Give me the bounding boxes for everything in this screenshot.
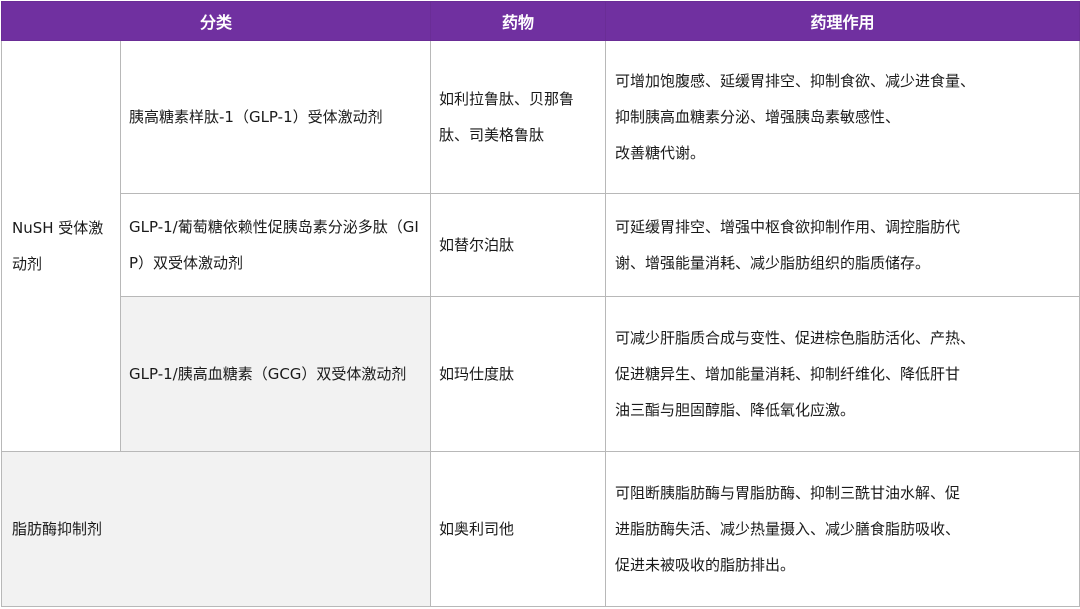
header-category: 分类 (0, 1, 432, 41)
table-header-row: 分类 药物 药理作用 (0, 1, 1080, 41)
table-row: 脂肪酶抑制剂 如奥利司他 可阻断胰脂肪酶与胃脂肪酶、抑制三酰甘油水解、促 进脂肪酶… (0, 451, 1080, 607)
subcategory-cell: GLP-1/胰高血糖素（GCG）双受体激动剂 (119, 296, 432, 453)
effect-line: 促进未被吸收的脂肪排出。 (615, 556, 796, 575)
effect-line: 谢、增强能量消耗、减少脂肪组织的脂质储存。 (615, 254, 931, 273)
effect-line: 改善糖代谢。 (615, 143, 706, 162)
lipase-category-cell: 脂肪酶抑制剂 (0, 451, 432, 607)
effect-line: 抑制胰高血糖素分泌、增强胰岛素敏感性、 (615, 107, 901, 126)
effect-line: 油三酯与胆固醇脂、降低氧化应激。 (615, 401, 856, 420)
subcategory-cell: GLP-1/葡萄糖依赖性促胰岛素分泌多肽（GIP）双受体激动剂 (119, 192, 432, 298)
drug-classification-table: 分类 药物 药理作用 NuSH 受体激动剂 胰高糖素样肽-1（GLP-1）受体激… (0, 1, 1080, 607)
effect-line: 可增加饱腹感、延缓胃排空、抑制食欲、减少进食量、 (615, 71, 976, 90)
table-row: GLP-1/胰高血糖素（GCG）双受体激动剂 如玛仕度肽 可减少肝脂质合成与变性… (2, 296, 1080, 453)
drug-cell: 如玛仕度肽 (430, 296, 607, 453)
effect-cell: 可延缓胃排空、增强中枢食欲抑制作用、调控脂肪代 谢、增强能量消耗、减少脂肪组织的脂… (605, 192, 1080, 298)
drug-cell: 如利拉鲁肽、贝那鲁肽、司美格鲁肽 (430, 40, 607, 194)
effect-cell: 可阻断胰脂肪酶与胃脂肪酶、抑制三酰甘油水解、促 进脂肪酶失活、减少热量摄入、减少膳… (605, 451, 1080, 607)
table-row: NuSH 受体激动剂 胰高糖素样肽-1（GLP-1）受体激动剂 如利拉鲁肽、贝那… (1, 39, 1080, 453)
header-effect: 药理作用 (605, 1, 1080, 41)
drug-cell: 如替尔泊肽 (430, 192, 607, 298)
header-drug: 药物 (430, 1, 607, 41)
subcategory-cell: 胰高糖素样肽-1（GLP-1）受体激动剂 (119, 40, 432, 194)
effect-line: 可阻断胰脂肪酶与胃脂肪酶、抑制三酰甘油水解、促 (615, 484, 961, 503)
effect-line: 进脂肪酶失活、减少热量摄入、减少膳食脂肪吸收、 (615, 520, 961, 539)
group-label-cell: NuSH 受体激动剂 (1, 39, 121, 453)
effect-cell: 可增加饱腹感、延缓胃排空、抑制食欲、减少进食量、 抑制胰高血糖素分泌、增强胰岛素敏… (605, 40, 1080, 194)
drug-cell: 如奥利司他 (430, 451, 607, 607)
effect-cell: 可减少肝脂质合成与变性、促进棕色脂肪活化、产热、 促进糖异生、增加能量消耗、抑制纤… (605, 296, 1080, 453)
table-row: GLP-1/葡萄糖依赖性促胰岛素分泌多肽（GIP）双受体激动剂 如替尔泊肽 可延… (2, 192, 1080, 298)
effect-line: 促进糖异生、增加能量消耗、抑制纤维化、降低肝甘 (615, 365, 961, 384)
effect-line: 可减少肝脂质合成与变性、促进棕色脂肪活化、产热、 (615, 329, 976, 348)
effect-line: 可延缓胃排空、增强中枢食欲抑制作用、调控脂肪代 (615, 218, 961, 237)
